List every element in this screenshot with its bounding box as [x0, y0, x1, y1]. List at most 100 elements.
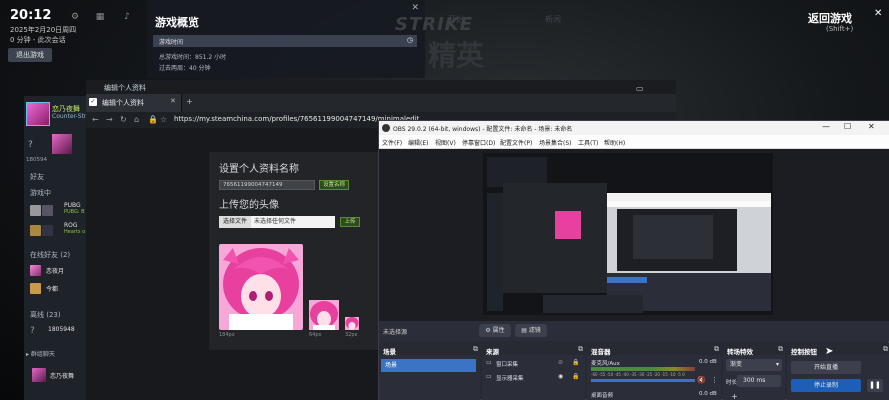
- scene-item[interactable]: 场景: [381, 359, 476, 372]
- friend-name[interactable]: ROG: [64, 222, 78, 229]
- filters-button[interactable]: ▤ 滤镜: [515, 324, 547, 337]
- close-icon[interactable]: ✕: [411, 3, 419, 13]
- float-icon[interactable]: ⧉: [714, 345, 719, 354]
- float-icon[interactable]: ⧉: [883, 345, 888, 354]
- name-input[interactable]: 76561199004747149: [219, 180, 315, 190]
- mic-label: 麦克风/Aux: [591, 361, 620, 367]
- friend-name[interactable]: 今都: [46, 284, 58, 293]
- scenes-title: 场景: [383, 348, 396, 356]
- close-overlay-icon[interactable]: ✕: [874, 8, 882, 19]
- ingame-section[interactable]: 游戏中: [30, 188, 51, 198]
- add-icon[interactable]: +: [731, 392, 738, 400]
- float-icon[interactable]: ⧉: [778, 345, 783, 354]
- filter-icon: ▤: [521, 327, 527, 334]
- friend-name[interactable]: 1805948: [48, 326, 75, 333]
- logo-nav-start: 开始: [448, 15, 464, 24]
- avatar[interactable]: [26, 102, 50, 126]
- controls-dock-header: 控制按钮 ⧉: [787, 343, 889, 356]
- game-logo-cn: 精英: [428, 39, 485, 72]
- minimize-icon[interactable]: —: [822, 122, 830, 131]
- help-icon[interactable]: ?: [28, 140, 33, 150]
- upload-button[interactable]: 上传: [340, 217, 360, 227]
- exit-game-button[interactable]: 退出游戏: [8, 48, 52, 62]
- return-game-button[interactable]: 返回游戏: [808, 10, 852, 26]
- float-icon[interactable]: ⧉: [578, 345, 583, 354]
- menu-docks[interactable]: 停靠窗口(D): [462, 138, 495, 147]
- browser-title: 编辑个人资料: [104, 84, 146, 92]
- sound-icon[interactable]: ♪: [122, 12, 132, 22]
- menu-file[interactable]: 文件(F): [382, 138, 402, 147]
- obs-preview-area: [379, 149, 889, 321]
- forward-icon[interactable]: →: [106, 115, 113, 124]
- star-icon[interactable]: ☆: [160, 115, 167, 124]
- desktop-audio-db: 0.0 dB: [699, 391, 717, 397]
- source-item[interactable]: 显示器采集: [496, 374, 524, 382]
- online-section[interactable]: 在线好友 (2): [30, 250, 70, 260]
- more-icon[interactable]: ⋮: [711, 376, 718, 384]
- eye-icon[interactable]: ◉: [558, 373, 563, 380]
- menu-profile[interactable]: 配置文件(P): [500, 138, 532, 147]
- new-tab-icon[interactable]: +: [186, 97, 193, 106]
- choose-file-button[interactable]: 选择文件: [219, 216, 251, 228]
- avatar[interactable]: [30, 225, 41, 236]
- pause-icon[interactable]: ❚❚: [867, 379, 883, 392]
- close-icon[interactable]: ✕: [868, 122, 875, 131]
- group-chat-section[interactable]: ▸ 群组聊天: [26, 349, 55, 358]
- chat-name[interactable]: 恋乃夜舞: [50, 371, 74, 380]
- help-icon[interactable]: ?: [30, 326, 35, 336]
- transition-select[interactable]: 渐变 ▾: [726, 359, 782, 371]
- avatar[interactable]: [30, 205, 41, 216]
- settings-icon[interactable]: ⚙: [70, 12, 80, 22]
- mic-volume-slider[interactable]: [591, 379, 695, 382]
- close-icon[interactable]: ✕: [170, 97, 176, 105]
- menu-edit[interactable]: 编辑(E): [408, 138, 428, 147]
- obs-titlebar[interactable]: OBS 29.0.2 (64-bit, windows) - 配置文件: 未命名…: [379, 121, 889, 135]
- menu-help[interactable]: 帮助(H): [604, 138, 625, 147]
- lock-icon[interactable]: 🔒: [572, 373, 579, 380]
- avatar[interactable]: [30, 265, 41, 276]
- menu-view[interactable]: 视图(V): [435, 138, 456, 147]
- menu-scene-collection[interactable]: 场景集合(S): [539, 138, 572, 147]
- reload-icon[interactable]: ↻: [120, 115, 127, 124]
- friend-game: PUBG: B: [64, 209, 85, 215]
- properties-button[interactable]: ⚙ 属性: [479, 324, 511, 337]
- avatar[interactable]: [52, 134, 72, 154]
- sources-title: 来源: [486, 348, 499, 356]
- speaker-muted-icon[interactable]: 🔇: [697, 376, 706, 384]
- obs-window: OBS 29.0.2 (64-bit, windows) - 配置文件: 未命名…: [378, 120, 889, 400]
- obs-title: OBS 29.0.2 (64-bit, windows) - 配置文件: 未命名…: [393, 126, 573, 133]
- obs-menubar: 文件(F) 编辑(E) 视图(V) 停靠窗口(D) 配置文件(P) 场景集合(S…: [379, 135, 889, 149]
- home-icon[interactable]: ⌂: [134, 115, 139, 124]
- avatar[interactable]: [42, 225, 53, 236]
- avatar[interactable]: [42, 205, 53, 216]
- grid-icon[interactable]: ▦: [95, 12, 105, 22]
- stop-recording-button[interactable]: 停止录制: [791, 379, 861, 392]
- maximize-icon[interactable]: ☐: [844, 122, 851, 131]
- minimize-icon[interactable]: ▭: [636, 84, 644, 93]
- menu-tools[interactable]: 工具(T): [578, 138, 598, 147]
- friend-name[interactable]: PUBG: [64, 202, 81, 209]
- lock-icon[interactable]: 🔒: [572, 359, 579, 366]
- profile-editor-card: 设置个人资料名称 76561199004747149 设置名称 上传您的头像 选…: [209, 152, 379, 350]
- tab-edit-profile[interactable]: ✓ 编辑个人资料 ✕: [86, 94, 182, 112]
- scenes-dock: 场景 ⧉ 场景: [379, 343, 480, 400]
- offline-section[interactable]: 离线 (23): [30, 310, 61, 320]
- set-name-button[interactable]: 设置名称: [319, 180, 349, 190]
- browser-titlebar[interactable]: 编辑个人资料 ▭: [86, 80, 676, 94]
- avatar[interactable]: [30, 283, 41, 294]
- desktop: 20:12 2025年2月20日周四 0 分钟 - 此次会话 退出游戏 ⚙ ▦ …: [0, 0, 889, 400]
- friend-name[interactable]: 恋夜月: [46, 266, 64, 275]
- float-icon[interactable]: ⧉: [473, 345, 478, 354]
- start-streaming-button[interactable]: 开始直播: [791, 361, 861, 374]
- back-icon[interactable]: ←: [92, 115, 99, 124]
- obs-preview-canvas[interactable]: [483, 153, 773, 315]
- chevron-down-icon: ▾: [775, 361, 779, 368]
- properties-label: 属性: [492, 327, 505, 334]
- gear-icon: ⚙: [485, 327, 491, 334]
- hidden-eye-icon[interactable]: ⊘: [558, 359, 563, 366]
- source-item[interactable]: 窗口采集: [496, 360, 518, 368]
- mixer-dock: 混音器 ⧉ 麦克风/Aux 0.0 dB -60 -55 -50 -45 -40…: [587, 343, 721, 400]
- avatar[interactable]: [32, 368, 46, 382]
- friends-section[interactable]: 好友: [30, 172, 44, 182]
- duration-input[interactable]: 300 ms: [737, 375, 781, 387]
